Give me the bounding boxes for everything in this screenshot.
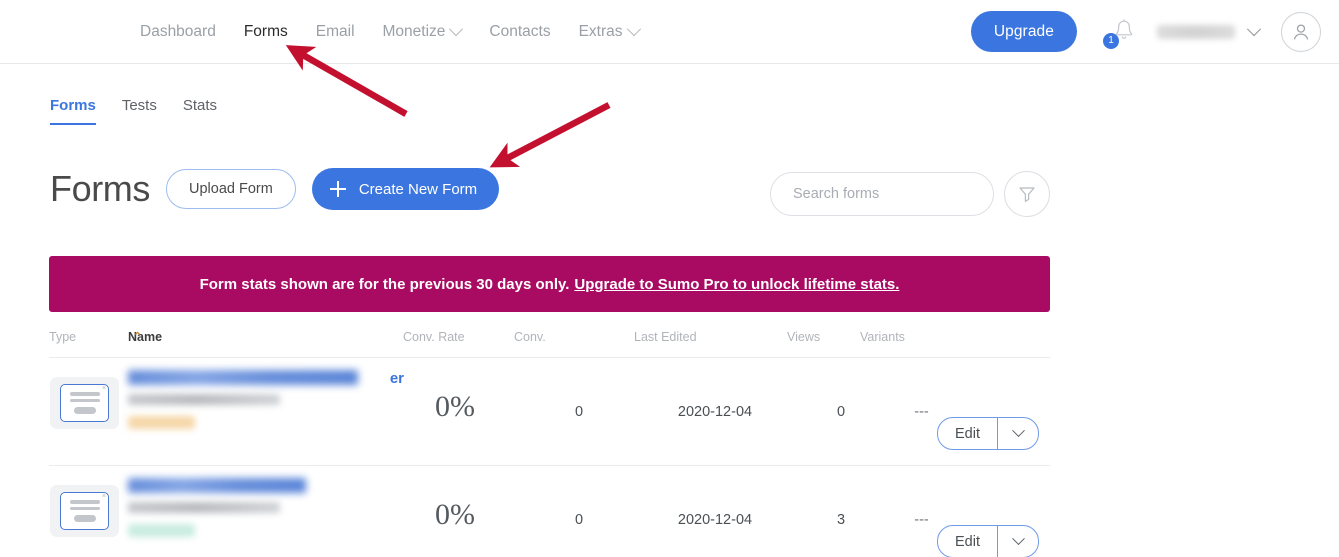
column-header-conv-rate[interactable]: Conv. Rate	[403, 330, 465, 344]
form-name-visible-suffix: er	[389, 370, 404, 387]
form-name-cell[interactable]	[128, 478, 358, 537]
form-name-redacted	[128, 478, 306, 493]
sort-ascending-icon: ⌃	[133, 331, 143, 343]
column-header-views[interactable]: Views	[787, 330, 820, 344]
chevron-down-icon	[626, 21, 641, 36]
nav-item-contacts[interactable]: Contacts	[489, 23, 550, 41]
tab-tests[interactable]: Tests	[122, 97, 157, 125]
banner-upgrade-link[interactable]: Upgrade to Sumo Pro to unlock lifetime s…	[574, 276, 899, 293]
table-row[interactable]: × 0% 0 2020-12-04 3 --- Edit	[49, 466, 1050, 557]
form-tag-redacted	[128, 416, 195, 429]
search-box[interactable]	[770, 172, 994, 216]
sumo-forms-page: Dashboard Forms Email Monetize Contacts …	[0, 0, 1339, 557]
account-name-redacted	[1157, 24, 1235, 39]
edit-dropdown-button[interactable]	[997, 418, 1038, 449]
search-input[interactable]	[791, 185, 982, 203]
form-tag-redacted	[128, 524, 195, 537]
chevron-down-icon	[1011, 424, 1025, 438]
thumb-button	[73, 407, 96, 414]
thumb-line	[69, 398, 100, 402]
nav-item-dashboard[interactable]: Dashboard	[140, 23, 216, 41]
form-subtitle-redacted	[128, 502, 280, 513]
row-actions: Edit	[937, 525, 1039, 557]
close-icon: ×	[101, 385, 106, 392]
top-nav-right: Upgrade 1	[970, 0, 1321, 63]
banner-text: Form stats shown are for the previous 30…	[199, 275, 570, 293]
plus-icon	[329, 181, 346, 197]
nav-item-extras[interactable]: Extras	[578, 21, 641, 41]
upgrade-button[interactable]: Upgrade	[970, 11, 1077, 52]
notification-badge: 1	[1103, 32, 1119, 49]
user-avatar-icon	[1293, 23, 1309, 40]
upload-form-button[interactable]: Upload Form	[166, 169, 296, 209]
row-actions: Edit	[937, 417, 1039, 450]
form-thumbnail[interactable]: ×	[50, 377, 119, 429]
notifications-button[interactable]: 1	[1103, 17, 1137, 49]
form-subtitle-redacted	[128, 394, 280, 405]
table-header-row: Type Name ⌃ Conv. Rate Conv. Last Edited …	[49, 330, 1050, 358]
page-header-row: Forms Upload Form Create New Form	[50, 168, 500, 210]
chevron-down-icon	[1011, 532, 1025, 546]
nav-label-email: Email	[315, 22, 355, 40]
account-chevron-down-icon[interactable]	[1246, 21, 1262, 36]
nav-item-monetize[interactable]: Monetize	[382, 21, 464, 41]
nav-label-contacts: Contacts	[489, 22, 551, 40]
form-name-redacted	[128, 370, 358, 385]
tab-stats[interactable]: Stats	[183, 97, 217, 125]
edit-button[interactable]: Edit	[938, 418, 997, 449]
edit-dropdown-button[interactable]	[997, 526, 1038, 557]
nav-label-dashboard: Dashboard	[140, 22, 216, 40]
main-nav: Dashboard Forms Email Monetize Contacts …	[140, 0, 641, 63]
thumb-line	[69, 392, 100, 396]
close-icon: ×	[101, 493, 106, 500]
avatar[interactable]	[1281, 11, 1321, 52]
column-header-conv[interactable]: Conv.	[514, 330, 546, 344]
thumb-button	[73, 515, 96, 522]
filter-funnel-icon	[1019, 187, 1035, 202]
tab-forms[interactable]: Forms	[50, 97, 96, 125]
edit-button[interactable]: Edit	[938, 526, 997, 557]
conv-rate-value: 0%	[435, 390, 475, 423]
nav-label-monetize: Monetize	[382, 22, 446, 40]
arrow-to-create-new-form	[489, 102, 611, 168]
nav-label-extras: Extras	[578, 22, 623, 40]
column-header-variants[interactable]: Variants	[860, 330, 905, 344]
thumb-line	[69, 500, 100, 504]
form-template-icon: ×	[60, 492, 109, 530]
conv-rate-value: 0%	[435, 498, 475, 531]
form-name-cell[interactable]: er	[128, 370, 404, 429]
create-new-form-button[interactable]: Create New Form	[311, 168, 500, 210]
create-new-form-label: Create New Form	[358, 180, 478, 198]
forms-table: Type Name ⌃ Conv. Rate Conv. Last Edited …	[49, 330, 1050, 557]
page-title: Forms	[50, 168, 150, 209]
column-header-last-edited[interactable]: Last Edited	[634, 330, 697, 344]
section-tabs: Forms Tests Stats	[50, 97, 217, 125]
nav-item-email[interactable]: Email	[316, 23, 355, 41]
upgrade-banner: Form stats shown are for the previous 30…	[49, 256, 1050, 312]
form-thumbnail[interactable]: ×	[50, 485, 119, 537]
column-header-type[interactable]: Type	[49, 330, 76, 344]
search-area	[770, 171, 1050, 217]
form-template-icon: ×	[60, 384, 109, 422]
chevron-down-icon	[449, 21, 464, 36]
nav-item-forms[interactable]: Forms	[244, 23, 288, 41]
filter-button[interactable]	[1004, 171, 1050, 217]
thumb-line	[69, 506, 100, 510]
table-row[interactable]: × er 0% 0 2020-12-04 0 --- Edit	[49, 358, 1050, 466]
nav-label-forms: Forms	[243, 22, 288, 40]
top-navigation-bar: Dashboard Forms Email Monetize Contacts …	[0, 0, 1339, 64]
